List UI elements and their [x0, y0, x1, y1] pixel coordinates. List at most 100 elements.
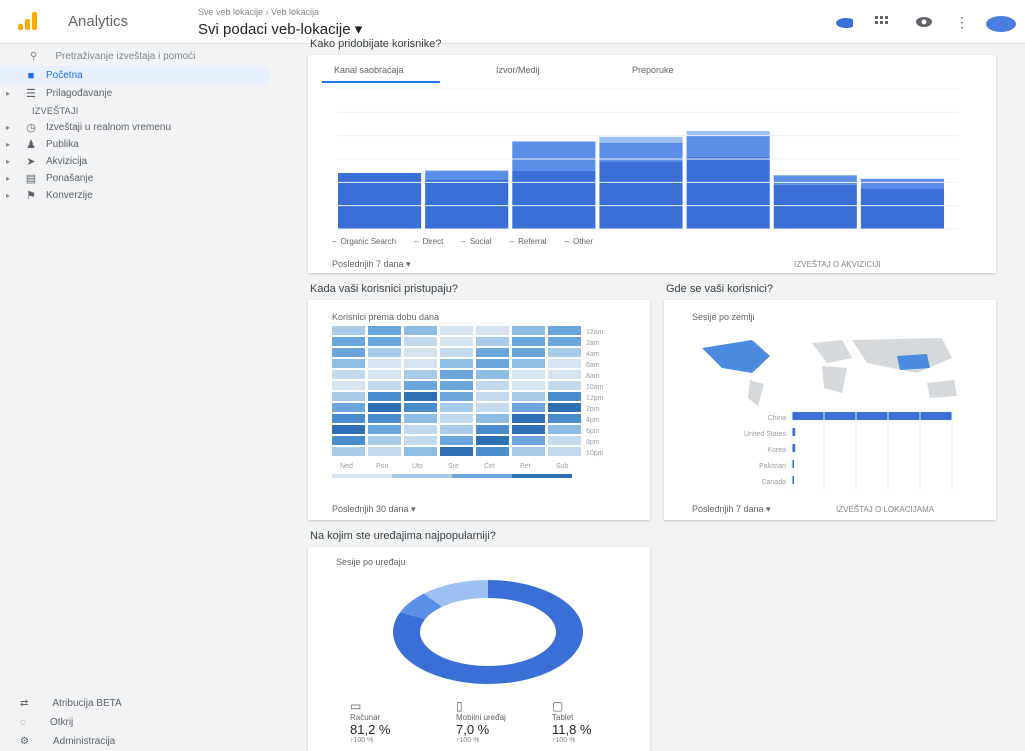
heatmap-cell	[404, 425, 437, 434]
hour-label: 12pm	[586, 395, 604, 402]
devices-subtitle: Sesije po uređaju	[336, 557, 406, 567]
heatmap-cell	[548, 447, 581, 456]
geo-question: Gde se vaši korisnici?	[666, 283, 773, 295]
heatmap-cell	[332, 403, 365, 412]
heatmap-cell	[512, 425, 545, 434]
scale-bar	[332, 474, 392, 478]
heatmap-cell	[332, 326, 365, 335]
search-bar[interactable]: ⚲ Pretraživanje izveštaja i pomoći	[30, 46, 250, 66]
chart-legend: Organic Search Direct Social Referral Ot…	[332, 237, 593, 246]
legend-item: Referral	[510, 237, 546, 246]
day-label: Uto	[412, 463, 423, 470]
heatmap-cell	[512, 370, 545, 379]
heatmap-cell	[548, 326, 581, 335]
date-range-dropdown[interactable]: Poslednjih 7 dana ▾	[332, 259, 411, 270]
hour-label: 10am	[586, 384, 604, 391]
heatmap-cell	[368, 326, 401, 335]
heatmap-cell	[476, 359, 509, 368]
heatmap-cell	[512, 348, 545, 357]
report-link[interactable]: IZVEŠTAJ O AKVIZICIJI	[794, 260, 881, 269]
legend-item: Direct	[414, 237, 444, 246]
realtime-icon: ◷	[26, 122, 36, 134]
more-icon[interactable]: ⋮	[953, 13, 971, 31]
reports-section-label: IZVEŠTAJI	[32, 106, 79, 116]
heatmap-cell	[548, 359, 581, 368]
acquisition-question: Kako pridobijate korisnike?	[310, 38, 442, 50]
heatmap-cell	[368, 414, 401, 423]
heatmap-cell	[368, 381, 401, 390]
heatmap-cell	[368, 403, 401, 412]
tab-source-medium[interactable]: Izvor/Medij	[496, 65, 540, 75]
heatmap-cell	[368, 436, 401, 445]
tab-referrals[interactable]: Preporuke	[632, 65, 674, 75]
tab-channel[interactable]: Kanal saobraćaja	[334, 65, 404, 75]
analytics-logo-icon[interactable]	[18, 12, 38, 30]
heatmap-cell	[332, 392, 365, 401]
bar-segment	[425, 180, 509, 229]
sidebar-item-admin[interactable]: ⚙ Administracija	[20, 733, 270, 749]
time-question: Kada vaši korisnici pristupaju?	[310, 283, 458, 295]
discover-icon: ◌	[20, 716, 26, 728]
device-tablet: ▢ Tablet 11,8 % ↑100 %	[552, 699, 622, 744]
heatmap-cell	[332, 348, 365, 357]
heatmap-cell	[440, 337, 473, 346]
breadcrumb[interactable]: Sve veb lokacije › Veb lokacija	[198, 7, 319, 17]
country-bar	[792, 412, 952, 420]
sidebar: ⚲ Pretraživanje izveštaja i pomoći ■ Poč…	[0, 44, 300, 751]
cloud-icon[interactable]	[835, 13, 853, 31]
report-link[interactable]: IZVEŠTAJ O LOKACIJAMA	[836, 505, 934, 514]
heatmap-cell	[404, 370, 437, 379]
heatmap-cell	[332, 370, 365, 379]
heatmap-cell	[512, 381, 545, 390]
active-tab-indicator	[322, 81, 440, 83]
sidebar-item-attribution[interactable]: ⇄ Atribucija BETA	[20, 695, 270, 711]
view-selector[interactable]: Svi podaci veb-lokacije ▾	[198, 20, 362, 38]
heatmap-cell	[476, 370, 509, 379]
account-icon[interactable]	[986, 16, 1016, 32]
sidebar-item-home[interactable]: ■ Početna	[0, 66, 270, 85]
users-heatmap: 12am 2am 4am 6am 8am 10am 12pm 2pm 4pm 6pm 8pm 10pm…	[332, 326, 604, 478]
heatmap-cell	[404, 436, 437, 445]
devices-question: Na kojim ste uređajima najpopularniji?	[310, 530, 496, 542]
sidebar-item-customization[interactable]: ▸ ☰ Prilagođavanje	[0, 84, 270, 103]
acquisition-tabs: Kanal saobraćaja Izvor/Medij Preporuke	[308, 55, 996, 83]
heatmap-cell	[332, 381, 365, 390]
heatmap-cell	[476, 425, 509, 434]
sidebar-item-discover[interactable]: ◌ Otkrij	[20, 714, 270, 730]
heatmap-cell	[548, 381, 581, 390]
heatmap-cell	[404, 381, 437, 390]
heatmap-cell	[548, 436, 581, 445]
sidebar-item-label: Prilagođavanje	[46, 88, 113, 99]
app-header: Analytics Sve veb lokacije › Veb lokacij…	[0, 0, 1025, 44]
mobile-icon: ▯	[456, 699, 463, 713]
sidebar-item-label: Publika	[46, 139, 79, 150]
date-range-dropdown[interactable]: Poslednjih 30 dana ▾	[332, 504, 416, 515]
heatmap-cell	[512, 403, 545, 412]
bar-segment	[860, 188, 944, 229]
heatmap-cell	[440, 370, 473, 379]
sidebar-item-label: Početna	[46, 70, 83, 81]
bar-segment	[599, 136, 683, 143]
heatmap-cell	[440, 414, 473, 423]
heatmap-cell	[512, 326, 545, 335]
bar-segment	[686, 135, 770, 157]
heatmap-cell	[548, 392, 581, 401]
customization-icon: ☰	[26, 88, 36, 100]
apps-icon[interactable]	[872, 13, 890, 31]
search-input[interactable]: Pretraživanje izveštaja i pomoći	[55, 51, 195, 62]
heatmap-cell	[404, 359, 437, 368]
heatmap-cell	[548, 425, 581, 434]
view-icon[interactable]	[915, 13, 933, 31]
bar-segment	[860, 178, 944, 189]
bar-segment	[425, 170, 509, 180]
sidebar-item-conversions[interactable]: ▸ ⚑ Konverzije	[0, 186, 270, 205]
day-label: Čet	[484, 461, 495, 470]
day-label: Pet	[520, 463, 531, 470]
country-label: China	[768, 415, 786, 422]
admin-icon: ⚙	[20, 735, 29, 747]
heatmap-cell	[404, 447, 437, 456]
country-label: Pakistan	[759, 463, 786, 470]
hour-label: 2am	[586, 340, 600, 347]
heatmap-cell	[404, 348, 437, 357]
date-range-dropdown[interactable]: Poslednjih 7 dana ▾	[692, 504, 771, 515]
